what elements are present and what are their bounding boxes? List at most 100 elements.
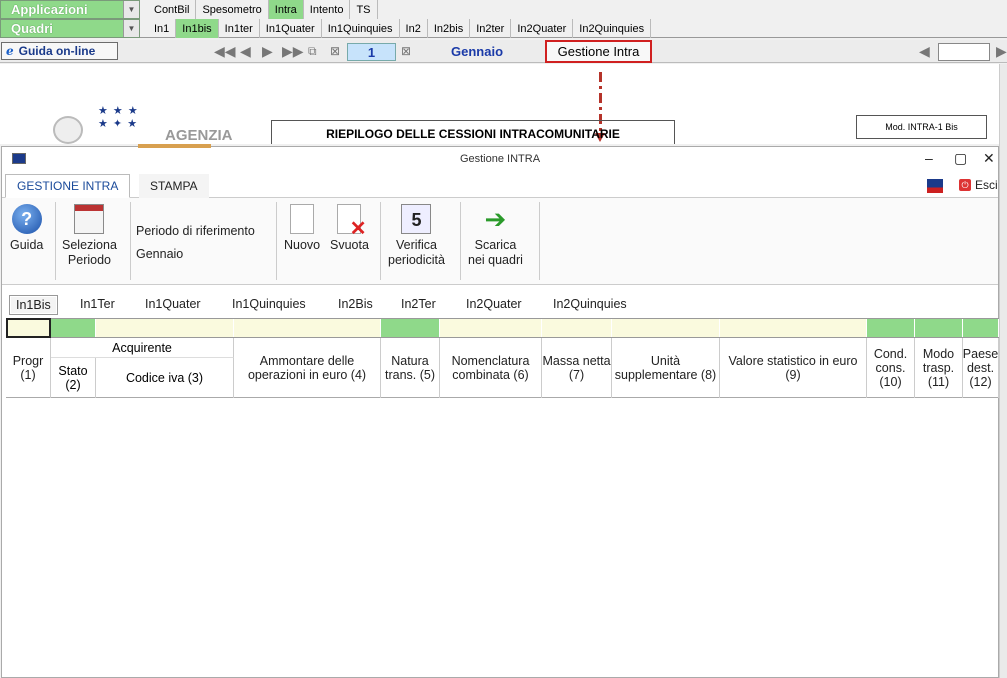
col-progr[interactable]: Progr (1) — [6, 338, 51, 398]
quadro-tab-in1ter[interactable]: In1ter — [219, 19, 260, 38]
app-tab-intra[interactable]: Intra — [268, 0, 304, 19]
chevron-down-icon[interactable]: ▼ — [123, 20, 139, 37]
quadro-tab-in1[interactable]: In1 — [148, 19, 177, 38]
svuota-button[interactable]: ✕ Svuota — [330, 204, 369, 253]
scroll-left-icon[interactable]: ◀ — [919, 43, 930, 60]
tab-in1ter[interactable]: In1Ter — [80, 295, 115, 315]
quadro-tab-in2ter[interactable]: In2ter — [470, 19, 512, 38]
seleziona-label-1: Seleziona — [62, 238, 117, 252]
filter-cell-cond[interactable] — [867, 319, 915, 337]
col-valore[interactable]: Valore statistico in euro (9) — [720, 338, 867, 398]
current-month: Gennaio — [451, 44, 504, 59]
green-arrow-icon: ➔ — [484, 204, 507, 234]
tab-in2quater[interactable]: In2Quater — [466, 295, 522, 315]
seleziona-periodo-button[interactable]: Seleziona Periodo — [62, 204, 117, 268]
tab-in1quater[interactable]: In1Quater — [145, 295, 201, 315]
vertical-scrollbar[interactable] — [999, 64, 1007, 678]
filter-cell-stato[interactable] — [51, 319, 96, 337]
delete-page-icon[interactable]: ⊠ — [330, 44, 340, 58]
app-tab-contbil[interactable]: ContBil — [148, 0, 197, 19]
quadro-tab-in2[interactable]: In2 — [400, 19, 428, 38]
last-page-icon[interactable]: ▶▶ — [282, 43, 304, 60]
filter-cell-valore[interactable] — [720, 319, 867, 337]
scroll-right-icon[interactable]: ▶ — [996, 43, 1007, 60]
page-number-field[interactable]: 1 — [347, 43, 396, 61]
tab-in1quinquies[interactable]: In1Quinquies — [232, 295, 306, 315]
verifica-label-2: periodicità — [388, 253, 445, 267]
first-page-icon[interactable]: ◀◀ — [214, 43, 236, 60]
periodo-label: Periodo di riferimento — [136, 224, 255, 238]
gestione-intra-button[interactable]: Gestione Intra — [545, 40, 652, 63]
guida-button[interactable]: ? Guida — [10, 204, 43, 253]
nuovo-button[interactable]: Nuovo — [284, 204, 320, 253]
tab-stampa[interactable]: STAMPA — [139, 174, 209, 198]
filter-cell-codice-iva[interactable] — [96, 319, 234, 337]
filter-cell-paese[interactable] — [963, 319, 999, 337]
col-codice-iva[interactable]: Codice iva (3) — [96, 358, 234, 398]
chevron-down-icon[interactable]: ▼ — [123, 1, 139, 18]
app-tab-ts[interactable]: TS — [350, 0, 378, 19]
right-field[interactable] — [938, 43, 990, 61]
ribbon-tabs: GESTIONE INTRA STAMPA ⏻ Esci — [2, 174, 998, 198]
quadro-tab-in1quater[interactable]: In1Quater — [260, 19, 322, 38]
col-ammontare[interactable]: Ammontare delle operazioni in euro (4) — [234, 338, 381, 398]
svuota-label: Svuota — [330, 238, 369, 252]
quadri-combo[interactable]: Quadri ▼ — [0, 19, 140, 38]
close-icon[interactable]: ✕ — [983, 150, 995, 167]
guida-online-button[interactable]: e Guida on-line — [1, 42, 118, 60]
window-titlebar: Gestione INTRA – ▢ ✕ — [2, 147, 998, 172]
document-preview: ★ ★ ★ ★ ✦ ★ AGENZIA RIEPILOGO DELLE CESSI… — [0, 64, 1007, 144]
filter-cell-nomenclatura[interactable] — [440, 319, 542, 337]
copy-page-icon[interactable]: ⧉ — [308, 44, 317, 59]
minimize-icon[interactable]: – — [925, 150, 933, 166]
filter-row[interactable] — [6, 318, 999, 338]
filter-cell-ammontare[interactable] — [234, 319, 381, 337]
quadro-tab-in2quinquies[interactable]: In2Quinquies — [573, 19, 652, 38]
riepilogo-title: RIEPILOGO DELLE CESSIONI INTRACOMUNITARI… — [271, 120, 675, 144]
app-tab-spesometro[interactable]: Spesometro — [196, 0, 269, 19]
col-unita[interactable]: Unità supplementare (8) — [612, 338, 720, 398]
quadro-tab-in2quater[interactable]: In2Quater — [511, 19, 574, 38]
applicazioni-combo[interactable]: Applicazioni ▼ — [0, 0, 140, 19]
data-grid: Progr (1) Acquirente Stato (2) Codice iv… — [6, 318, 999, 398]
esci-button[interactable]: ⏻ Esci — [959, 178, 998, 192]
col-nomenclatura[interactable]: Nomenclatura combinata (6) — [440, 338, 542, 398]
filter-cell-modo[interactable] — [915, 319, 963, 337]
language-flag-icon[interactable] — [927, 179, 943, 193]
calendar-5-icon: 5 — [401, 204, 432, 234]
col-paese[interactable]: Paese dest. (12) — [963, 338, 999, 398]
filter-cell-unita[interactable] — [612, 319, 720, 337]
tab-gestione-intra[interactable]: GESTIONE INTRA — [5, 174, 131, 198]
app-tab-intento[interactable]: Intento — [304, 0, 351, 19]
scarica-quadri-button[interactable]: ➔ Scarica nei quadri — [468, 204, 523, 268]
verifica-periodicita-button[interactable]: 5 Verifica periodicità — [388, 204, 445, 268]
seleziona-label-2: Periodo — [67, 253, 111, 267]
col-natura[interactable]: Natura trans. (5) — [381, 338, 440, 398]
tab-in2ter[interactable]: In2Ter — [401, 295, 436, 315]
power-icon: ⏻ — [959, 179, 971, 191]
new-document-icon — [290, 204, 315, 234]
agenzia-logo-text: AGENZIA — [165, 127, 233, 144]
maximize-icon[interactable]: ▢ — [954, 150, 967, 167]
ribbon-separator — [380, 202, 381, 280]
filter-cell-natura[interactable] — [381, 319, 440, 337]
filter-cell-massa[interactable] — [542, 319, 612, 337]
quadro-tab-in1quinquies[interactable]: In1Quinquies — [322, 19, 400, 38]
tab-in2bis[interactable]: In2Bis — [338, 295, 373, 315]
tab-in2quinquies[interactable]: In2Quinquies — [553, 295, 627, 315]
col-massa[interactable]: Massa netta (7) — [542, 338, 612, 398]
ribbon-toolbar: ? Guida Seleziona Periodo Periodo di rif… — [2, 198, 998, 285]
quadro-tab-in2bis[interactable]: In2bis — [428, 19, 471, 38]
col-modo[interactable]: Modo trasp. (11) — [915, 338, 963, 398]
filter-cell-progr[interactable] — [6, 318, 51, 338]
next-page-icon[interactable]: ▶ — [262, 43, 273, 60]
delete-icon[interactable]: ⊠ — [401, 44, 411, 58]
tab-in1bis[interactable]: In1Bis — [9, 295, 58, 315]
quadro-tab-in1bis[interactable]: In1bis — [176, 19, 219, 38]
agency-stars-icon: ★ ★ ★ ★ ✦ ★ — [98, 105, 139, 130]
col-cond[interactable]: Cond. cons. (10) — [867, 338, 915, 398]
quadri-tabs: In1 In1bis In1ter In1Quater In1Quinquies In2 I… — [140, 19, 652, 38]
prev-page-icon[interactable]: ◀ — [240, 43, 251, 60]
col-stato[interactable]: Stato (2) — [51, 358, 96, 398]
clear-document-icon: ✕ — [337, 204, 366, 239]
